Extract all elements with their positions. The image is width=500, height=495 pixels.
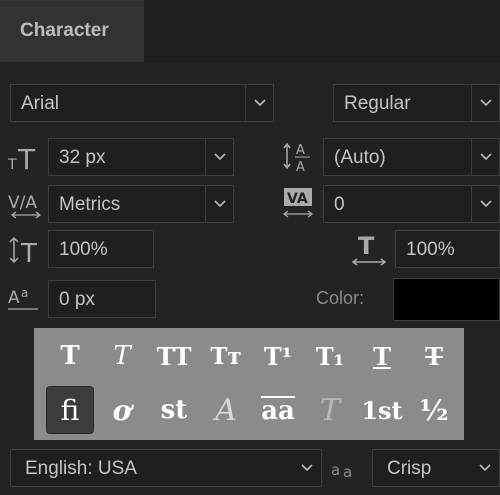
kerning-icon: V/A <box>8 188 44 220</box>
svg-text:T: T <box>358 232 375 260</box>
vertical-scale-value: 100% <box>59 239 108 260</box>
chevron-down-icon[interactable] <box>471 450 499 486</box>
discretionary-ligatures-button[interactable]: st <box>150 386 198 434</box>
fractions-icon: ½ <box>419 393 449 427</box>
chevron-down-icon[interactable] <box>205 139 233 175</box>
ordinals-icon: 1st <box>361 395 403 425</box>
svg-text:a: a <box>21 286 28 300</box>
all-caps-icon: TT <box>156 341 192 371</box>
svg-text:A: A <box>296 143 305 158</box>
discretionary-ligatures-icon: st <box>160 395 188 425</box>
svg-text:T: T <box>17 143 36 173</box>
swash-icon: A <box>215 392 237 428</box>
svg-text:a: a <box>343 463 352 481</box>
tracking-value: 0 <box>334 194 345 215</box>
horizontal-scale-icon: T <box>350 232 390 268</box>
baseline-shift-icon: Aa <box>8 283 44 313</box>
kerning-dropdown[interactable]: Metrics <box>48 185 234 223</box>
svg-text:T: T <box>8 157 17 173</box>
chevron-down-icon[interactable] <box>471 186 499 222</box>
svg-text:A: A <box>296 160 305 174</box>
underline-icon: T <box>373 341 391 371</box>
svg-text:VA: VA <box>287 191 308 207</box>
titling-alternates-icon: T <box>319 392 340 428</box>
stylistic-alternates-icon: aa <box>261 396 295 426</box>
faux-bold-button[interactable]: T <box>46 332 94 380</box>
ordinals-button[interactable]: 1st <box>358 386 406 434</box>
small-caps-icon: Tт <box>210 342 242 370</box>
color-swatch[interactable] <box>393 278 500 321</box>
tracking-icon: VA <box>282 186 318 220</box>
chevron-down-icon[interactable] <box>293 450 321 486</box>
strikethrough-button[interactable]: T <box>410 332 458 380</box>
baseline-shift-field[interactable]: 0 px <box>48 280 156 318</box>
tracking-dropdown[interactable]: 0 <box>323 185 500 223</box>
contextual-alternates-button[interactable]: ơ <box>98 386 146 434</box>
subscript-button[interactable]: T₁ <box>306 332 354 380</box>
svg-text:T: T <box>20 239 37 268</box>
chevron-down-icon[interactable] <box>205 186 233 222</box>
fractions-button[interactable]: ½ <box>410 386 458 434</box>
font-family-dropdown[interactable]: Arial <box>10 84 274 122</box>
font-style-dropdown[interactable]: Regular <box>333 84 500 122</box>
tab-character-label: Character <box>20 20 109 41</box>
swash-button[interactable]: A <box>202 386 250 434</box>
small-caps-button[interactable]: Tт <box>202 332 250 380</box>
stylistic-alternates-button[interactable]: aa <box>254 386 302 434</box>
faux-italic-button[interactable]: T <box>98 332 146 380</box>
standard-ligatures-button[interactable]: fi <box>46 386 94 434</box>
font-size-dropdown[interactable]: 32 px <box>48 138 234 176</box>
antialias-value: Crisp <box>387 458 432 479</box>
svg-text:A: A <box>8 288 20 308</box>
font-style-value: Regular <box>344 93 411 114</box>
type-style-panel: T T TT Tт T¹ T₁ T T fi ơ st A aa T 1st ½ <box>34 328 464 440</box>
superscript-button[interactable]: T¹ <box>254 332 302 380</box>
vertical-scale-field[interactable]: 100% <box>48 230 154 268</box>
faux-italic-icon: T <box>113 341 131 371</box>
horizontal-scale-field[interactable]: 100% <box>395 230 500 268</box>
font-size-value: 32 px <box>59 147 106 168</box>
baseline-shift-value: 0 px <box>59 289 95 310</box>
kerning-value: Metrics <box>59 194 121 215</box>
strikethrough-icon: T <box>425 341 443 371</box>
language-value: English: USA <box>25 458 137 479</box>
standard-ligatures-icon: fi <box>60 393 80 427</box>
chevron-down-icon[interactable] <box>245 85 273 121</box>
faux-bold-icon: T <box>60 341 80 371</box>
leading-dropdown[interactable]: (Auto) <box>323 138 500 176</box>
leading-icon: AA <box>282 140 318 174</box>
antialias-icon: aa <box>331 455 361 481</box>
color-label: Color: <box>316 288 365 308</box>
chevron-down-icon[interactable] <box>471 85 499 121</box>
titling-alternates-button[interactable]: T <box>306 386 354 434</box>
language-dropdown[interactable]: English: USA <box>10 449 322 487</box>
vertical-scale-icon: T <box>8 234 48 268</box>
underline-button[interactable]: T <box>358 332 406 380</box>
subscript-icon: T₁ <box>315 341 345 371</box>
superscript-icon: T¹ <box>263 341 293 371</box>
font-size-icon: TT <box>8 143 44 173</box>
antialias-dropdown[interactable]: Crisp <box>372 449 500 487</box>
leading-value: (Auto) <box>334 147 386 168</box>
chevron-down-icon[interactable] <box>471 139 499 175</box>
svg-text:a: a <box>331 461 340 479</box>
font-family-value: Arial <box>21 93 60 114</box>
contextual-alternates-icon: ơ <box>112 393 132 427</box>
svg-text:V/A: V/A <box>8 193 37 213</box>
all-caps-button[interactable]: TT <box>150 332 198 380</box>
horizontal-scale-value: 100% <box>406 239 455 260</box>
